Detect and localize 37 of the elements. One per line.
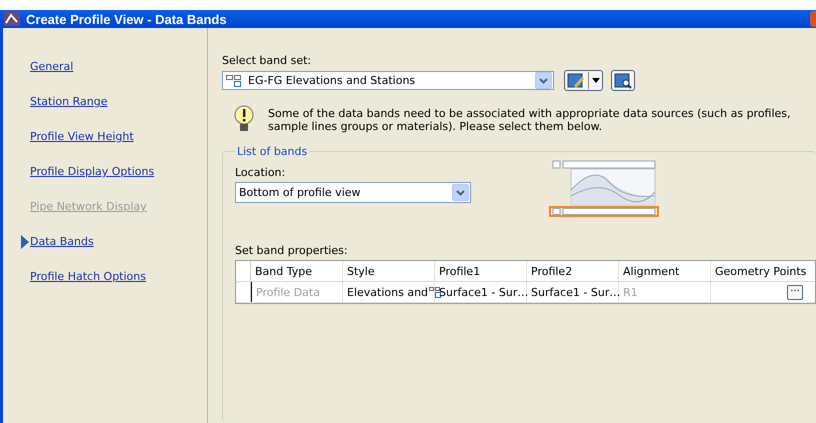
- table-cell[interactable]: Surface1 - Sur…: [435, 282, 527, 302]
- preview-button[interactable]: [611, 70, 635, 91]
- sidebar-link[interactable]: General: [30, 60, 74, 73]
- column-header[interactable]: Style: [343, 261, 435, 281]
- lightbulb-warning-icon: [234, 105, 254, 133]
- pencil-icon: [567, 72, 585, 88]
- band-set-dropdown[interactable]: EG-FG Elevations and Stations: [222, 71, 554, 90]
- band-set-icon[interactable]: [429, 286, 442, 298]
- sidebar-link[interactable]: Profile Hatch Options: [30, 270, 146, 283]
- table-cell[interactable]: Surface1 - Sur…: [527, 282, 619, 302]
- table-cell: Profile Data: [251, 282, 343, 302]
- band-properties-label: Set band properties:: [235, 244, 349, 257]
- sidebar-link[interactable]: Profile View Height: [30, 130, 134, 143]
- caret-icon: [592, 78, 600, 83]
- app-icon: [4, 12, 20, 26]
- info-message: Some of the data bands need to be associated with appropriate data sources (such as profiles, sample lines groups or materials). Please select them below.: [268, 107, 792, 133]
- magnifier-icon: [614, 72, 632, 88]
- window-title: Create Profile View - Data Bands: [26, 12, 227, 26]
- chevron-down-icon: [456, 190, 465, 196]
- table-cell: R1: [619, 282, 711, 302]
- location-label: Location:: [235, 166, 286, 179]
- sidebar-link[interactable]: Data Bands: [30, 235, 94, 248]
- band-set-label: Select band set:: [222, 54, 312, 67]
- location-dropdown[interactable]: Bottom of profile view: [235, 182, 471, 203]
- column-header[interactable]: Band Type: [251, 261, 343, 281]
- column-header[interactable]: Profile1: [435, 261, 527, 281]
- sidebar-link[interactable]: Profile Display Options: [30, 165, 154, 178]
- column-header[interactable]: Profile2: [527, 261, 619, 281]
- chevron-down-icon: [539, 78, 548, 84]
- edit-button[interactable]: [564, 70, 603, 91]
- geometry-points-button[interactable]: ···: [787, 284, 803, 300]
- band-set-icon: [226, 74, 242, 88]
- sidebar-link[interactable]: Station Range: [30, 95, 108, 108]
- table-cell[interactable]: Elevations and: [347, 286, 428, 298]
- group-title: List of bands: [236, 145, 308, 158]
- column-header[interactable]: Alignment: [619, 261, 711, 281]
- column-header[interactable]: Geometry Points: [711, 261, 807, 281]
